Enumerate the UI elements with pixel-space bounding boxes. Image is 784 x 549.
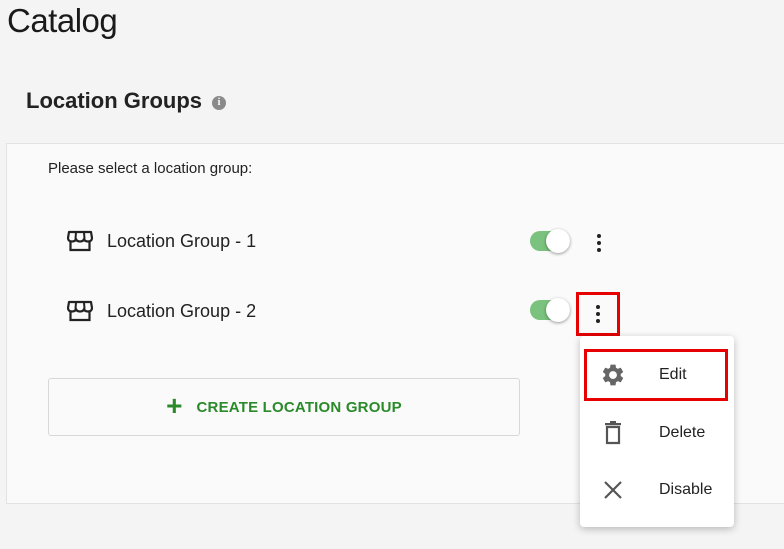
- menu-item-label: Edit: [659, 366, 687, 383]
- location-group-row-1[interactable]: Location Group - 1: [67, 230, 256, 252]
- create-location-group-label: CREATE LOCATION GROUP: [196, 398, 402, 416]
- location-group-label: Location Group - 2: [107, 300, 257, 321]
- page-title: Catalog: [7, 2, 118, 39]
- info-icon[interactable]: i: [212, 95, 226, 110]
- gear-icon: [599, 361, 627, 389]
- location-group-label: Location Group - 1: [107, 230, 257, 251]
- location-group-1-menu-button[interactable]: [587, 226, 611, 260]
- location-group-row-2[interactable]: Location Group - 2: [67, 300, 256, 322]
- location-group-1-toggle[interactable]: [530, 229, 570, 253]
- close-icon: [599, 476, 627, 504]
- plus-icon: +: [166, 389, 183, 421]
- menu-item-disable[interactable]: Disable: [586, 466, 726, 514]
- create-location-group-button[interactable]: + CREATE LOCATION GROUP: [48, 378, 520, 436]
- toggle-thumb: [546, 298, 570, 322]
- location-group-context-menu: Edit Delete Disable: [580, 336, 734, 527]
- menu-item-delete[interactable]: Delete: [586, 409, 726, 457]
- more-vert-icon: [596, 305, 600, 323]
- location-group-2-toggle[interactable]: [530, 298, 570, 322]
- toggle-thumb: [546, 229, 570, 253]
- store-icon: [67, 230, 93, 252]
- menu-item-label: Delete: [659, 424, 706, 441]
- section-header: Location Groups i: [26, 88, 226, 114]
- more-vert-icon: [597, 234, 601, 252]
- menu-item-label: Disable: [659, 481, 713, 498]
- section-title: Location Groups: [26, 88, 202, 113]
- trash-icon: [599, 419, 627, 447]
- menu-item-edit[interactable]: Edit: [584, 349, 728, 401]
- select-prompt: Please select a location group:: [48, 160, 253, 177]
- location-group-2-menu-button[interactable]: [576, 292, 620, 336]
- store-icon: [67, 300, 93, 322]
